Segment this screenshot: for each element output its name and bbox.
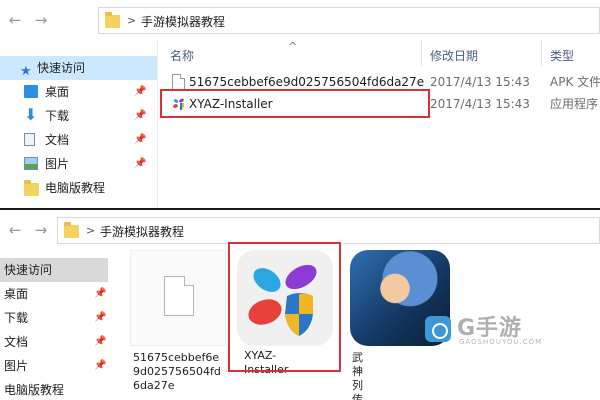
generic-file-icon [130, 250, 226, 346]
tile-caption: 51675cebbef6e [133, 351, 220, 364]
sidebar-item-pictures[interactable]: 图片 📌 [0, 152, 157, 176]
sidebar-item-label: 电脑版教程 [4, 383, 65, 397]
pin-icon[interactable]: 📌 [94, 282, 106, 306]
highlight-box [160, 89, 430, 118]
file-type: 应用程序 [550, 97, 599, 111]
navigation-pane: ★ 快速访问 桌面 📌 ⬇ 下载 📌 文档 📌 图片 📌 电脑版教程 [0, 40, 158, 208]
file-icon [172, 74, 185, 90]
file-date: 2017/4/13 15:43 [430, 97, 530, 111]
folder-icon [24, 180, 39, 196]
breadcrumb-folder[interactable]: 手游模拟器教程 [141, 13, 225, 30]
breadcrumb-folder[interactable]: 手游模拟器教程 [100, 223, 184, 240]
sidebar-item-label: 下载 [45, 109, 70, 123]
sidebar-item-quick-access[interactable]: ★ 快速访问 [0, 56, 157, 80]
sidebar-item-tutorials-folder[interactable]: 电脑版教程 [0, 176, 157, 200]
column-header-type[interactable]: 类型 [550, 47, 574, 64]
pin-icon[interactable]: 📌 [134, 104, 146, 128]
pin-icon[interactable]: 📌 [94, 306, 106, 330]
sidebar-item-label: 桌面 [45, 85, 70, 99]
desktop-icon [24, 85, 38, 98]
sidebar-item-tutorials-folder[interactable]: 电脑版教程 [0, 378, 108, 400]
sidebar-item-quick-access[interactable]: 快速访问 [0, 258, 108, 282]
sidebar-item-desktop[interactable]: 桌面 📌 [0, 80, 157, 104]
download-icon: ⬇ [24, 105, 38, 124]
back-arrow-icon[interactable]: ← [6, 11, 24, 29]
watermark: G手游 GAOSHOUYOU.COM [425, 310, 595, 350]
picture-icon [24, 157, 38, 170]
sidebar-item-desktop[interactable]: 桌面 📌 [0, 282, 108, 306]
pin-icon[interactable]: 📌 [134, 152, 146, 176]
sidebar-item-downloads[interactable]: ⬇ 下载 📌 [0, 104, 157, 128]
explorer-details-window: ← → > 手游模拟器教程 ★ 快速访问 桌面 📌 ⬇ 下载 📌 文档 📌 图片… [0, 0, 600, 208]
tile-caption: 武神列传 [352, 351, 363, 400]
pin-icon[interactable]: 📌 [94, 330, 106, 354]
column-header-name[interactable]: 名称 [170, 47, 194, 64]
forward-arrow-icon[interactable]: → [32, 11, 50, 29]
logo-icon [425, 316, 451, 342]
pin-icon[interactable]: 📌 [134, 128, 146, 152]
navigation-pane: 快速访问 桌面 📌 下载 📌 文档 📌 图片 📌 电脑版教程 [0, 250, 110, 400]
sidebar-item-documents[interactable]: 文档 📌 [0, 128, 157, 152]
sidebar-item-label: 下载 [4, 311, 29, 325]
sidebar-item-label: 快速访问 [4, 263, 53, 277]
sidebar-item-label: 文档 [4, 335, 29, 349]
column-header-row: ^ 名称 修改日期 类型 [158, 40, 600, 66]
sidebar-item-label: 图片 [45, 157, 70, 171]
document-icon [24, 133, 35, 146]
back-arrow-icon[interactable]: ← [6, 221, 24, 239]
sidebar-item-label: 桌面 [4, 287, 29, 301]
column-divider[interactable] [421, 40, 422, 66]
tile-caption: 6da27e [133, 379, 175, 392]
watermark-subtext: GAOSHOUYOU.COM [459, 338, 543, 346]
highlight-box [228, 242, 341, 372]
sidebar-item-pictures[interactable]: 图片 📌 [0, 354, 108, 378]
pin-icon[interactable]: 📌 [94, 354, 106, 378]
address-bar-row: ← → > 手游模拟器教程 [0, 0, 600, 40]
forward-arrow-icon[interactable]: → [32, 221, 50, 239]
address-bar[interactable]: > 手游模拟器教程 [98, 7, 600, 34]
sidebar-item-downloads[interactable]: 下载 📌 [0, 306, 108, 330]
sidebar-item-label: 快速访问 [37, 61, 86, 75]
folder-icon [64, 222, 79, 238]
address-bar[interactable]: > 手游模拟器教程 [57, 217, 600, 244]
sidebar-item-label: 文档 [45, 133, 70, 147]
breadcrumb-separator: > [127, 14, 137, 27]
sort-ascending-icon: ^ [288, 40, 298, 53]
explorer-icons-window: ← → > 手游模拟器教程 快速访问 桌面 📌 下载 📌 文档 📌 图片 📌 电… [0, 210, 600, 400]
folder-icon [105, 12, 120, 28]
sidebar-item-label: 电脑版教程 [45, 181, 106, 195]
column-divider[interactable] [541, 40, 542, 66]
pin-icon[interactable]: 📌 [134, 80, 146, 104]
column-header-date[interactable]: 修改日期 [430, 47, 478, 64]
tile-caption: 9d025756504fd [133, 365, 221, 378]
file-date: 2017/4/13 15:43 [430, 75, 530, 89]
breadcrumb-separator: > [86, 224, 96, 237]
file-type: APK 文件 [550, 75, 600, 89]
sidebar-item-documents[interactable]: 文档 📌 [0, 330, 108, 354]
sidebar-item-label: 图片 [4, 359, 29, 373]
